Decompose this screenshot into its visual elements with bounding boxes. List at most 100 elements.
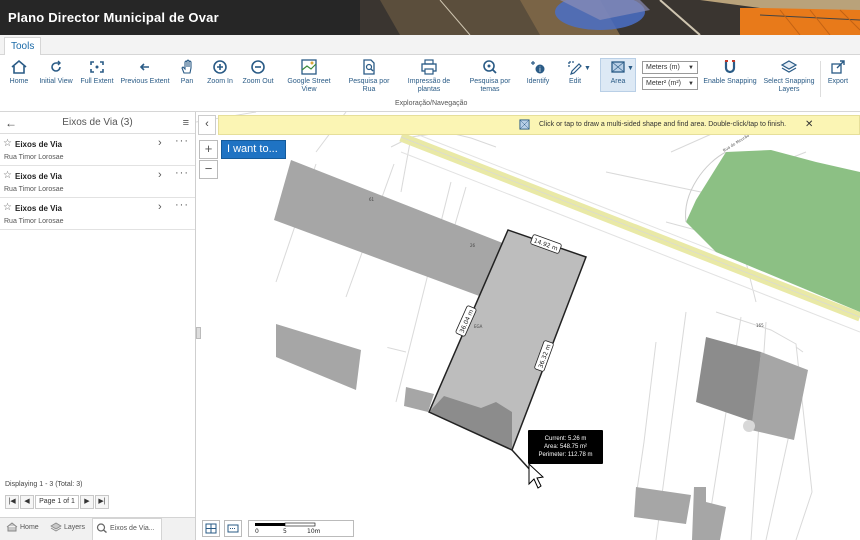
scale-tick: 10m xyxy=(307,528,321,535)
arrow-left-icon xyxy=(139,63,149,71)
area-label: Area xyxy=(610,78,626,85)
full-extent-icon xyxy=(90,61,104,73)
zoom-in-label: Zoom In xyxy=(207,78,233,85)
printer-icon xyxy=(421,59,437,75)
google-street-view-button[interactable]: Google Street View xyxy=(286,59,332,94)
search-results-icon xyxy=(96,523,107,533)
map-zoom-in-button[interactable]: + xyxy=(199,140,218,159)
home-tool-label: Home xyxy=(9,78,29,85)
map-grid-toggle-button[interactable] xyxy=(202,520,220,537)
parcel-label: 61 xyxy=(369,197,375,202)
identify-button[interactable]: i Identify xyxy=(523,59,553,86)
tab-eixos-label: Eixos de Via... xyxy=(110,524,155,532)
export-button[interactable]: Export xyxy=(824,59,852,86)
street-label: Rua do Mourão xyxy=(722,132,751,152)
street-view-icon xyxy=(301,59,317,75)
initial-view-label: Initial View xyxy=(39,78,73,85)
enable-snapping-button[interactable]: Enable Snapping xyxy=(703,59,757,86)
app-title: Plano Director Municipal de Ovar xyxy=(8,10,219,25)
area-units-select[interactable]: Meter² (m²) ▼ xyxy=(642,77,698,90)
result-title: Eixos de Via xyxy=(15,140,62,149)
area-button[interactable]: Area ▼ xyxy=(600,58,636,92)
star-icon[interactable]: ☆ xyxy=(3,138,12,149)
edit-dropdown-caret-icon[interactable]: ▼ xyxy=(584,65,591,73)
first-page-icon[interactable]: |◀ xyxy=(5,495,19,509)
last-page-icon[interactable]: ▶| xyxy=(95,495,109,509)
pesquisa-por-temas-button[interactable]: Pesquisa por temas xyxy=(466,59,514,94)
home-tool-button[interactable]: Home xyxy=(6,59,32,86)
select-snapping-layers-label: Select Snapping Layers xyxy=(763,78,815,93)
chevron-right-icon[interactable]: › xyxy=(158,169,162,181)
enable-snapping-label: Enable Snapping xyxy=(703,78,757,85)
full-extent-button[interactable]: Full Extent xyxy=(80,59,114,86)
more-options-icon[interactable]: ··· xyxy=(175,167,189,179)
more-options-icon[interactable]: ··· xyxy=(175,199,189,211)
impressao-de-plantas-button[interactable]: Impressão de plantas xyxy=(404,59,454,94)
list-menu-icon[interactable]: ≡ xyxy=(183,117,189,129)
close-icon[interactable]: ✕ xyxy=(805,119,813,130)
pan-button[interactable]: Pan xyxy=(176,59,198,86)
tab-tools[interactable]: Tools xyxy=(4,37,42,56)
pesquisa-por-temas-label: Pesquisa por temas xyxy=(469,78,511,93)
previous-extent-button[interactable]: Previous Extent xyxy=(120,59,170,86)
hand-icon xyxy=(181,59,192,74)
pan-label: Pan xyxy=(180,78,194,85)
layers-icon xyxy=(780,60,798,73)
measure-hint-bar: Click or tap to draw a multi-sided shape… xyxy=(218,115,860,135)
chevron-left-icon: ‹ xyxy=(205,118,209,130)
panel-header: ← Eixos de Via (3) ≡ xyxy=(0,112,195,134)
zoom-in-button[interactable]: Zoom In xyxy=(206,59,234,86)
prev-page-icon[interactable]: ◀ xyxy=(20,495,34,509)
layers-icon xyxy=(50,522,62,532)
ribbon-separator xyxy=(820,61,821,97)
building-block xyxy=(751,352,808,440)
grid-icon xyxy=(205,523,217,534)
toolbar-tab-strip: Tools xyxy=(0,35,860,56)
length-units-select[interactable]: Meters (m) ▼ xyxy=(642,61,698,74)
edit-button[interactable]: Edit ▼ xyxy=(558,59,592,86)
initial-view-button[interactable]: Initial View xyxy=(38,59,74,86)
measure-hint-text: Click or tap to draw a multi-sided shape… xyxy=(539,121,787,128)
star-icon[interactable]: ☆ xyxy=(3,170,12,181)
list-item[interactable]: ☆ Eixos de Via Rua Timor Lorosae › ··· xyxy=(0,166,195,198)
home-icon xyxy=(11,59,27,74)
previous-extent-label: Previous Extent xyxy=(120,78,170,85)
panel-splitter-handle[interactable] xyxy=(196,327,201,339)
map-zoom-out-button[interactable]: − xyxy=(199,160,218,179)
select-snapping-layers-button[interactable]: Select Snapping Layers xyxy=(762,59,816,94)
full-extent-label: Full Extent xyxy=(80,78,114,85)
panel-bottom-tabs: Home Layers Eixos de Via... xyxy=(0,517,195,540)
map-canvas[interactable]: 61 26 EGA 165 Rua do Mourão 14.92 m 36.0… xyxy=(196,112,860,540)
panel-title: Eixos de Via (3) xyxy=(62,117,133,128)
result-title: Eixos de Via xyxy=(15,204,62,213)
pesquisa-por-rua-label: Pesquisa por Rua xyxy=(348,78,390,93)
area-dropdown-caret-icon[interactable]: ▼ xyxy=(627,65,634,73)
tab-layers[interactable]: Layers xyxy=(50,522,85,537)
tab-home[interactable]: Home xyxy=(6,522,39,537)
map-view[interactable]: 61 26 EGA 165 Rua do Mourão 14.92 m 36.0… xyxy=(196,112,860,540)
chevron-right-icon[interactable]: › xyxy=(158,201,162,213)
area-measure-icon xyxy=(519,119,530,130)
next-page-icon[interactable]: ▶ xyxy=(80,495,94,509)
chevron-down-icon: ▼ xyxy=(688,65,694,71)
pesquisa-por-rua-button[interactable]: Pesquisa por Rua xyxy=(342,59,396,94)
parcel-label: 26 xyxy=(470,243,476,248)
more-options-icon[interactable]: ··· xyxy=(175,135,189,147)
identify-icon: i xyxy=(531,61,545,74)
plus-circle-icon xyxy=(213,60,227,74)
minus-circle-icon xyxy=(251,60,265,74)
star-icon[interactable]: ☆ xyxy=(3,202,12,213)
result-subtitle: Rua Timor Lorosae xyxy=(4,186,64,193)
chevron-right-icon[interactable]: › xyxy=(158,137,162,149)
scale-bar-graphic: 0 5 10m xyxy=(255,522,321,535)
map-feature-circle xyxy=(743,420,755,432)
result-subtitle: Rua Timor Lorosae xyxy=(4,154,64,161)
tab-eixos-de-via[interactable]: Eixos de Via... xyxy=(92,518,162,540)
refresh-icon xyxy=(51,60,61,72)
list-item[interactable]: ☆ Eixos de Via Rua Timor Lorosae › ··· xyxy=(0,198,195,230)
list-item[interactable]: ☆ Eixos de Via Rua Timor Lorosae › ··· xyxy=(0,134,195,166)
zoom-out-button[interactable]: Zoom Out xyxy=(242,59,274,86)
map-coordinates-button[interactable] xyxy=(224,520,242,537)
i-want-to-button[interactable]: I want to... xyxy=(221,140,286,159)
collapse-panel-button[interactable]: ‹ xyxy=(198,115,216,135)
